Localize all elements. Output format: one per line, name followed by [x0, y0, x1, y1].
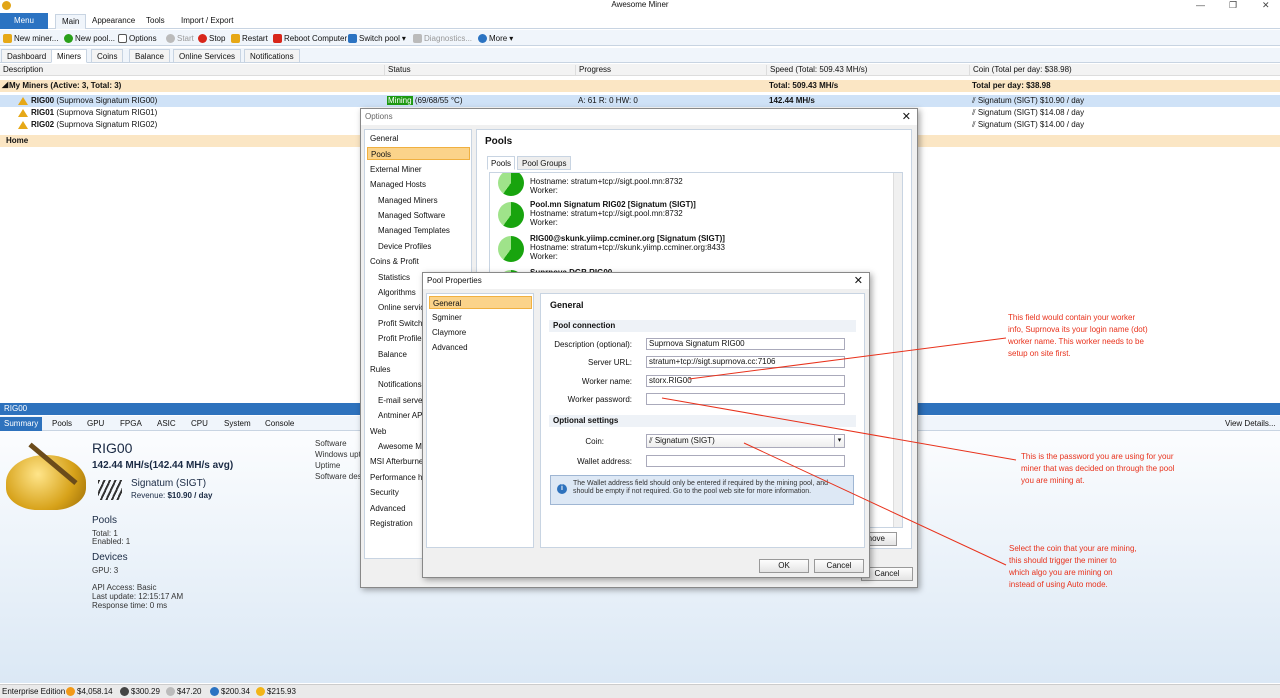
annotation-worker-password: This is the password you are using for y… — [1021, 452, 1175, 485]
annotation-coin: Select the coin that your are mining, th… — [1009, 544, 1137, 589]
annotation-line-coin — [743, 442, 1007, 566]
annotation-worker-name: This field would contain your worker inf… — [1008, 313, 1148, 358]
annotation-line-password — [661, 397, 1017, 461]
annotation-line-worker — [688, 337, 1007, 380]
